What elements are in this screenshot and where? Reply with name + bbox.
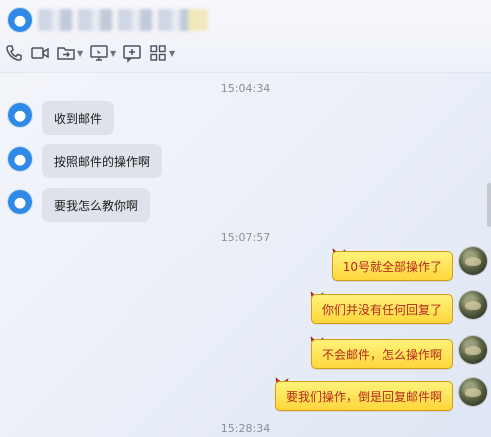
- create-group-button[interactable]: [122, 41, 142, 65]
- apps-grid-icon: [150, 45, 166, 61]
- incoming-message-bubble[interactable]: 按照邮件的操作啊: [42, 144, 163, 178]
- incoming-message-bubble[interactable]: 要我怎么教你啊: [42, 188, 151, 222]
- outgoing-message-bubble[interactable]: 10号就全部操作了: [331, 251, 453, 281]
- video-call-button[interactable]: [30, 41, 50, 65]
- chevron-down-icon: ▼: [77, 48, 84, 58]
- sender-avatar[interactable]: [8, 147, 32, 171]
- file-transfer-button[interactable]: ▼: [56, 41, 83, 65]
- add-chat-icon: [123, 45, 141, 63]
- my-avatar[interactable]: [459, 336, 487, 364]
- my-avatar[interactable]: [459, 247, 487, 275]
- my-avatar[interactable]: [459, 378, 487, 406]
- screen-share-icon: [90, 45, 108, 61]
- video-camera-icon: [31, 47, 49, 59]
- remote-desktop-button[interactable]: ▼: [89, 41, 116, 65]
- apps-button[interactable]: ▼: [148, 41, 175, 65]
- chevron-down-icon: ▼: [110, 48, 117, 58]
- contact-name-redacted: [38, 9, 208, 31]
- message-timestamp: 15:07:57: [220, 231, 271, 244]
- sender-avatar[interactable]: [8, 190, 32, 214]
- voice-call-button[interactable]: [4, 41, 24, 65]
- chevron-down-icon: ▼: [169, 48, 176, 58]
- contact-avatar[interactable]: [8, 8, 32, 32]
- message-timestamp: 15:28:34: [220, 422, 271, 435]
- message-list-scrollbar[interactable]: [487, 183, 491, 227]
- incoming-message-bubble[interactable]: 收到邮件: [42, 101, 115, 135]
- chat-toolbar: ▼ ▼ ▼: [4, 41, 181, 65]
- outgoing-message-bubble[interactable]: 不会邮件，怎么操作啊: [310, 339, 453, 369]
- chat-header: ▼ ▼ ▼: [0, 0, 491, 73]
- share-folder-icon: [57, 47, 75, 60]
- message-timestamp: 15:04:34: [220, 82, 271, 95]
- sender-avatar[interactable]: [8, 103, 32, 127]
- my-avatar[interactable]: [459, 291, 487, 319]
- outgoing-message-bubble[interactable]: 要我们操作，倒是回复邮件啊: [274, 381, 453, 411]
- phone-icon: [6, 45, 22, 61]
- outgoing-message-bubble[interactable]: 你们并没有任何回复了: [310, 294, 453, 324]
